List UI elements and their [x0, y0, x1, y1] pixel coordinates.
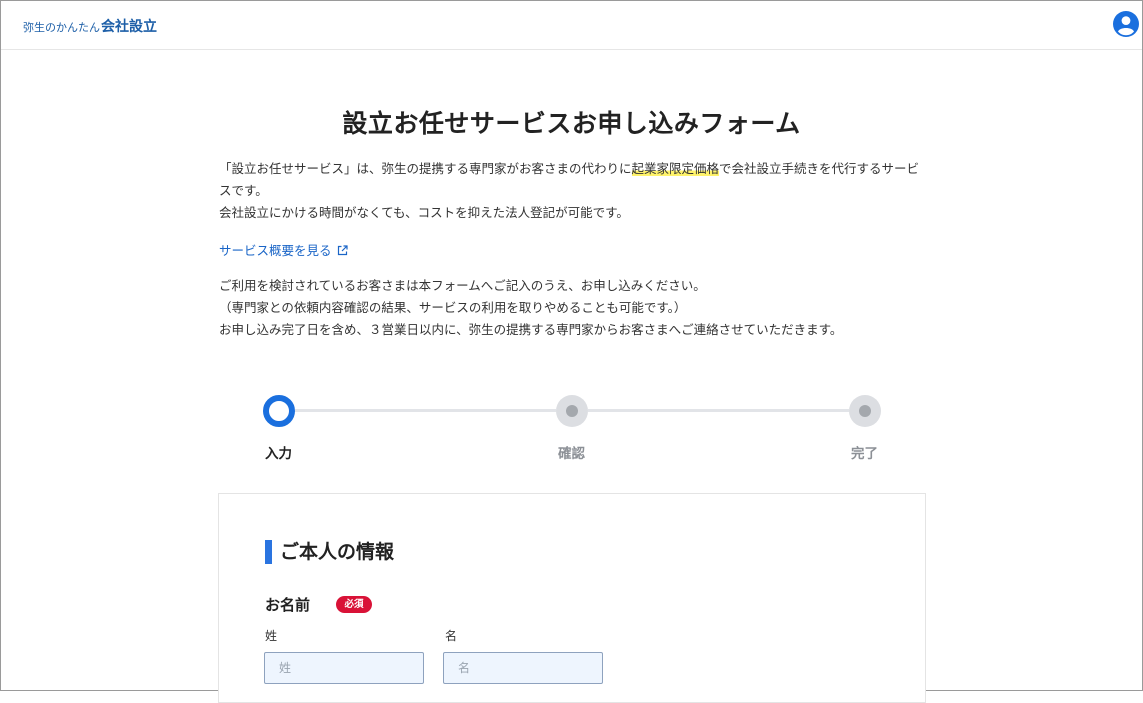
external-link-icon	[337, 245, 348, 256]
first-name-input[interactable]	[443, 652, 603, 684]
app-header: 弥生のかんたん会社設立	[1, 1, 1142, 50]
step-input-label: 入力	[265, 446, 292, 462]
note-line-3: お申し込み完了日を含め、３営業日以内に、弥生の提携する専門家からお客さまへご連絡…	[219, 322, 843, 337]
step-connector-1	[295, 409, 556, 412]
section-title: ご本人の情報	[280, 541, 395, 563]
step-complete-label: 完了	[851, 446, 878, 462]
application-note: ご利用を検討されているお客さまは本フォームへご記入のうえ、お申し込みください。 …	[219, 275, 842, 341]
required-badge: 必須	[336, 596, 372, 613]
first-name-label: 名	[445, 629, 458, 643]
intro-text-part3: 会社設立にかける時間がなくても、コストを抑えた法人登記が可能です。	[219, 205, 629, 220]
step-confirm-label: 確認	[558, 446, 585, 462]
section-accent-bar	[265, 540, 272, 564]
highlight-price: 起業家限定価格	[631, 161, 720, 176]
step-connector-2	[588, 409, 849, 412]
last-name-label: 姓	[265, 629, 278, 643]
progress-stepper: 入力 確認 完了	[263, 395, 883, 465]
brand-title: 会社設立	[101, 19, 157, 35]
personal-info-card: ご本人の情報 お名前 必須 姓 名	[218, 493, 926, 703]
note-line-2: （専門家との依頼内容確認の結果、サービスの利用を取りやめることも可能です。）	[219, 300, 687, 315]
intro-text: 「設立お任せサービス」は、弥生の提携する専門家がお客さまの代わりに起業家限定価格…	[219, 158, 931, 224]
last-name-input[interactable]	[264, 652, 424, 684]
service-overview-label: サービス概要を見る	[219, 243, 332, 258]
intro-text-part1: 「設立お任せサービス」は、弥生の提携する専門家がお客さまの代わりに	[219, 161, 632, 176]
name-field-label: お名前	[265, 596, 311, 614]
step-confirm-dot	[556, 395, 588, 427]
user-circle-icon[interactable]	[1113, 11, 1139, 37]
step-complete-dot	[849, 395, 881, 427]
step-input-dot	[263, 395, 295, 427]
note-line-1: ご利用を検討されているお客さまは本フォームへご記入のうえ、お申し込みください。	[219, 278, 706, 293]
service-overview-link[interactable]: サービス概要を見る	[219, 240, 348, 259]
page-title: 設立お任せサービスお申し込みフォーム	[342, 109, 801, 138]
brand-logo[interactable]: 弥生のかんたん会社設立	[23, 16, 157, 36]
brand-subtitle: 弥生のかんたん	[23, 21, 100, 34]
